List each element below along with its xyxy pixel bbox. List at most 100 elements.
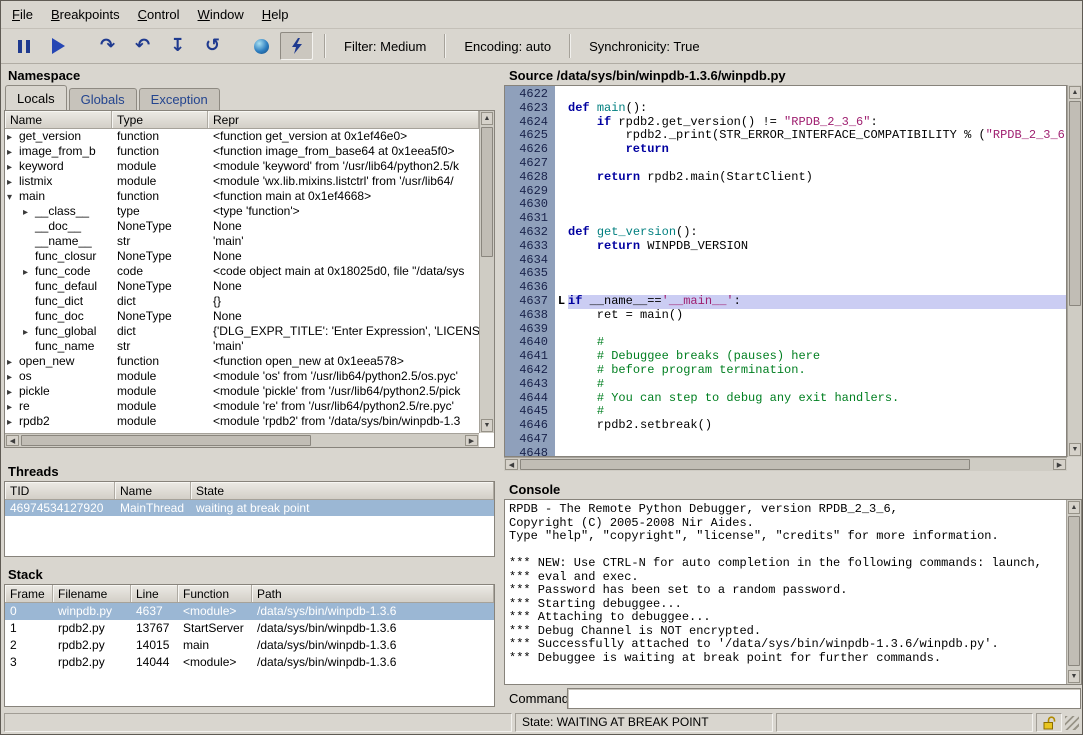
- source-line[interactable]: 4628 return rpdb2.main(StartClient): [505, 171, 1066, 185]
- expand-arrow-icon[interactable]: ▸: [23, 265, 35, 279]
- source-line[interactable]: 4645 #: [505, 405, 1066, 419]
- menu-file[interactable]: File: [3, 2, 42, 27]
- threads-column-header-name[interactable]: Name: [115, 482, 191, 499]
- expand-arrow-icon[interactable]: ▸: [7, 130, 19, 144]
- scroll-left-button[interactable]: ◀: [505, 459, 518, 470]
- expand-arrow-icon[interactable]: ▸: [7, 385, 19, 399]
- namespace-row[interactable]: ▸remodule<module 're' from '/usr/lib64/p…: [5, 399, 479, 414]
- source-line[interactable]: 4637Lif __name__=='__main__':: [505, 295, 1066, 309]
- namespace-column-header-name[interactable]: Name: [5, 111, 112, 128]
- namespace-row[interactable]: __name__str'main': [5, 234, 479, 249]
- stack-frame-row[interactable]: 2rpdb2.py14015main/data/sys/bin/winpdb-1…: [5, 637, 494, 654]
- source-line[interactable]: 4622: [505, 88, 1066, 102]
- namespace-row[interactable]: ▸rpdb2module<module 'rpdb2' from '/data/…: [5, 414, 479, 429]
- menu-help[interactable]: Help: [253, 2, 298, 27]
- source-line[interactable]: 4648: [505, 447, 1066, 457]
- scroll-thumb[interactable]: [1068, 516, 1080, 666]
- expand-arrow-icon[interactable]: ▸: [7, 400, 19, 414]
- source-line[interactable]: 4636: [505, 281, 1066, 295]
- source-line[interactable]: 4624 if rpdb2.get_version() != "RPDB_2_3…: [505, 116, 1066, 130]
- command-input[interactable]: [567, 688, 1081, 709]
- scroll-thumb[interactable]: [520, 459, 970, 470]
- namespace-row[interactable]: ▸keywordmodule<module 'keyword' from '/u…: [5, 159, 479, 174]
- stack-column-header-frame[interactable]: Frame: [5, 585, 53, 602]
- namespace-vertical-scrollbar[interactable]: ▲▼: [479, 111, 494, 433]
- scroll-left-button[interactable]: ◀: [6, 435, 19, 446]
- resize-grip[interactable]: [1065, 716, 1079, 730]
- namespace-row[interactable]: ▸osmodule<module 'os' from '/usr/lib64/p…: [5, 369, 479, 384]
- scroll-right-button[interactable]: ▶: [465, 435, 478, 446]
- step-into-button[interactable]: ↶: [126, 32, 159, 60]
- source-line[interactable]: 4640 #: [505, 336, 1066, 350]
- stack-column-header-filename[interactable]: Filename: [53, 585, 131, 602]
- thread-row[interactable]: 46974534127920MainThreadwaiting at break…: [5, 500, 494, 516]
- source-line[interactable]: 4646 rpdb2.setbreak(): [505, 419, 1066, 433]
- threads-column-header-tid[interactable]: TID: [5, 482, 115, 499]
- expand-arrow-icon[interactable]: ▸: [7, 175, 19, 189]
- source-line[interactable]: 4631: [505, 212, 1066, 226]
- source-line[interactable]: 4623def main():: [505, 102, 1066, 116]
- threads-column-header-state[interactable]: State: [191, 482, 494, 499]
- scroll-thumb[interactable]: [21, 435, 311, 446]
- source-line[interactable]: 4641 # Debuggee breaks (pauses) here: [505, 350, 1066, 364]
- menu-control[interactable]: Control: [129, 2, 189, 27]
- break-button[interactable]: [7, 32, 40, 60]
- scroll-thumb[interactable]: [1069, 101, 1081, 306]
- namespace-row[interactable]: __doc__NoneTypeNone: [5, 219, 479, 234]
- tab-locals[interactable]: Locals: [5, 85, 67, 110]
- expand-arrow-icon[interactable]: ▸: [7, 370, 19, 384]
- tab-globals[interactable]: Globals: [69, 88, 137, 110]
- expand-arrow-icon[interactable]: ▸: [7, 355, 19, 369]
- source-editor[interactable]: 46224623def main():4624 if rpdb2.get_ver…: [504, 85, 1067, 457]
- scroll-thumb[interactable]: [481, 127, 493, 257]
- namespace-row[interactable]: ▸func_globaldict{'DLG_EXPR_TITLE': 'Ente…: [5, 324, 479, 339]
- expand-arrow-icon[interactable]: ▸: [7, 145, 19, 159]
- synchronicity-button[interactable]: [280, 32, 313, 60]
- source-line[interactable]: 4647: [505, 433, 1066, 447]
- tab-exception[interactable]: Exception: [139, 88, 220, 110]
- console-vertical-scrollbar[interactable]: ▲▼: [1066, 500, 1081, 684]
- source-line[interactable]: 4638 ret = main(): [505, 309, 1066, 323]
- source-line[interactable]: 4639: [505, 323, 1066, 337]
- menu-window[interactable]: Window: [189, 2, 253, 27]
- go-button[interactable]: [42, 32, 75, 60]
- console-output[interactable]: RPDB - The Remote Python Debugger, versi…: [504, 499, 1082, 685]
- menu-breakpoints[interactable]: Breakpoints: [42, 2, 129, 27]
- source-line[interactable]: 4625 rpdb2._print(STR_ERROR_INTERFACE_CO…: [505, 129, 1066, 143]
- namespace-row[interactable]: ▸get_versionfunction<function get_versio…: [5, 129, 479, 144]
- stack-column-header-function[interactable]: Function: [178, 585, 252, 602]
- namespace-row[interactable]: func_defaulNoneTypeNone: [5, 279, 479, 294]
- namespace-row[interactable]: ▾mainfunction<function main at 0x1ef4668…: [5, 189, 479, 204]
- scroll-down-button[interactable]: ▼: [1069, 443, 1081, 456]
- channel-button[interactable]: [245, 32, 278, 60]
- source-vertical-scrollbar[interactable]: ▲▼: [1067, 85, 1082, 457]
- stack-frame-row[interactable]: 0winpdb.py4637<module>/data/sys/bin/winp…: [5, 603, 494, 620]
- expand-arrow-icon[interactable]: ▸: [7, 415, 19, 429]
- source-horizontal-scrollbar[interactable]: ◀▶: [504, 457, 1067, 471]
- stack-frame-row[interactable]: 3rpdb2.py14044<module>/data/sys/bin/winp…: [5, 654, 494, 671]
- namespace-row[interactable]: func_dictdict{}: [5, 294, 479, 309]
- namespace-column-header-type[interactable]: Type: [112, 111, 208, 128]
- source-line[interactable]: 4643 #: [505, 378, 1066, 392]
- next-button[interactable]: ↷: [91, 32, 124, 60]
- scroll-up-button[interactable]: ▲: [481, 112, 493, 125]
- source-line[interactable]: 4633 return WINPDB_VERSION: [505, 240, 1066, 254]
- source-line[interactable]: 4629: [505, 185, 1066, 199]
- expand-arrow-icon[interactable]: ▸: [7, 160, 19, 174]
- return-button[interactable]: ↺: [196, 32, 229, 60]
- namespace-row[interactable]: func_namestr'main': [5, 339, 479, 354]
- namespace-row[interactable]: func_docNoneTypeNone: [5, 309, 479, 324]
- namespace-row[interactable]: ▸func_codecode<code object main at 0x180…: [5, 264, 479, 279]
- namespace-column-header-repr[interactable]: Repr: [208, 111, 479, 128]
- scroll-up-button[interactable]: ▲: [1069, 86, 1081, 99]
- namespace-horizontal-scrollbar[interactable]: ◀▶: [5, 433, 479, 447]
- source-line[interactable]: 4627: [505, 157, 1066, 171]
- source-line[interactable]: 4630: [505, 198, 1066, 212]
- source-line[interactable]: 4632def get_version():: [505, 226, 1066, 240]
- namespace-row[interactable]: func_closurNoneTypeNone: [5, 249, 479, 264]
- source-line[interactable]: 4644 # You can step to debug any exit ha…: [505, 392, 1066, 406]
- scroll-right-button[interactable]: ▶: [1053, 459, 1066, 470]
- collapse-arrow-icon[interactable]: ▾: [7, 190, 19, 204]
- stack-column-header-line[interactable]: Line: [131, 585, 178, 602]
- expand-arrow-icon[interactable]: ▸: [23, 325, 35, 339]
